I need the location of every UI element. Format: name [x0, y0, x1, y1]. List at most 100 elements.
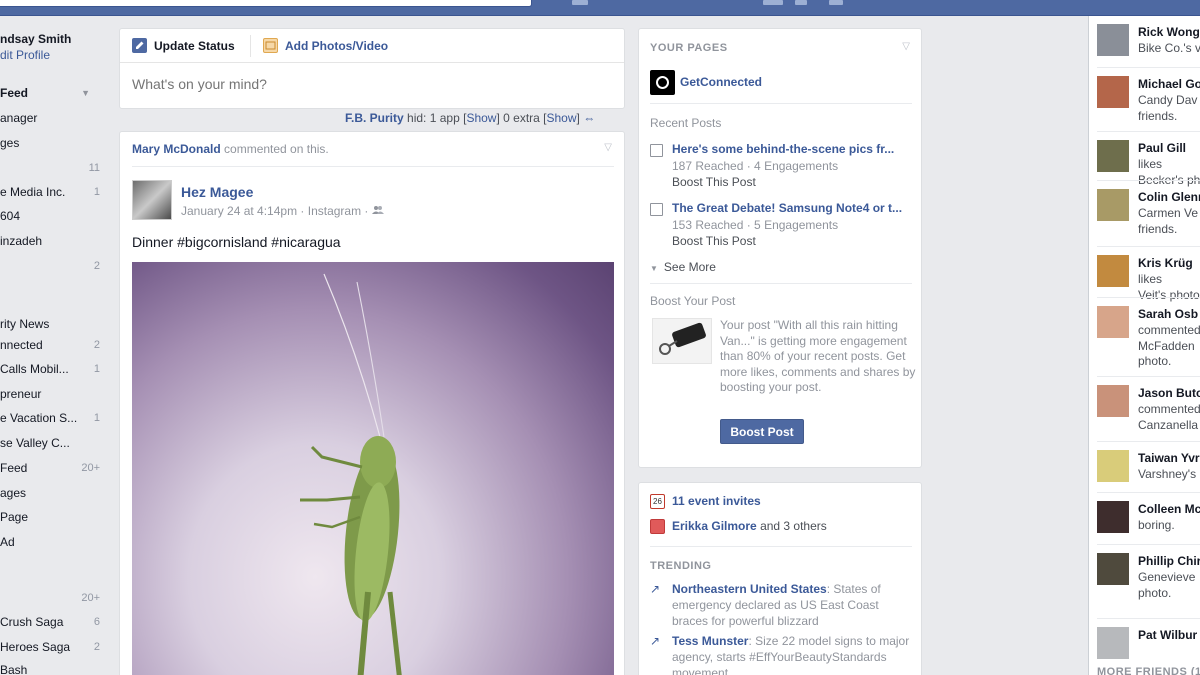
left-nav-item[interactable]: e Vacation S... 1 — [0, 409, 104, 429]
post-text: Dinner #bigcornisland #nicaragua — [132, 234, 341, 250]
left-nav-item[interactable]: ges — [0, 134, 104, 154]
left-nav-item[interactable]: se Valley C... — [0, 434, 104, 454]
left-nav-label: ges — [0, 136, 20, 150]
getconnected-logo[interactable] — [650, 70, 675, 95]
friend-name[interactable]: Pat Wilbur — [1138, 628, 1197, 642]
friend-avatar[interactable] — [1097, 450, 1129, 482]
left-nav-item[interactable]: anager — [0, 109, 104, 129]
chat-friend[interactable]: Michael Go Candy Dav friends. — [1097, 71, 1200, 123]
post-author[interactable]: Hez Magee — [181, 184, 253, 200]
friend-avatar[interactable] — [1097, 76, 1129, 108]
fb-purity-show-extra[interactable]: Show — [547, 111, 577, 125]
privacy-icon[interactable] — [829, 0, 843, 5]
left-nav-item[interactable]: inzadeh — [0, 232, 104, 252]
left-nav-item[interactable]: nnected 2 — [0, 336, 104, 356]
left-nav-item[interactable]: ages — [0, 484, 104, 504]
left-nav-item[interactable]: 11 — [0, 159, 104, 179]
feed-options-chevron-icon[interactable]: ▼ — [81, 84, 90, 102]
post-options-chevron-icon[interactable]: ▽ — [604, 142, 612, 153]
birthday-others[interactable]: and 3 others — [760, 519, 827, 533]
friend-name[interactable]: Rick Wong — [1138, 25, 1200, 39]
friend-name[interactable]: Jason Butc — [1138, 386, 1200, 400]
story-actor[interactable]: Mary McDonald — [132, 142, 221, 156]
trending-topic[interactable]: Northeastern United States — [672, 582, 827, 596]
boost-post-button[interactable]: Boost Post — [720, 419, 804, 444]
trending-topic[interactable]: Tess Munster — [672, 634, 748, 648]
chat-divider — [1097, 131, 1200, 132]
left-nav-item[interactable]: Heroes Saga 2 — [0, 638, 104, 658]
left-nav-item[interactable]: Feed 20+ — [0, 459, 104, 479]
friend-name[interactable]: Michael Go — [1138, 77, 1200, 91]
friend-name[interactable]: Colleen Mc — [1138, 502, 1200, 516]
author-avatar[interactable] — [132, 180, 172, 220]
chat-friend[interactable]: Sarah Osb commented McFadden photo. — [1097, 301, 1200, 368]
friend-name[interactable]: Paul Gill — [1138, 141, 1186, 155]
recent-post-title[interactable]: The Great Debate! Samsung Note4 or t... — [672, 201, 912, 215]
page-name[interactable]: GetConnected — [680, 75, 762, 89]
left-nav-item[interactable]: 2 — [0, 257, 104, 277]
left-nav-item[interactable]: e Media Inc. 1 — [0, 183, 104, 203]
chat-friend[interactable]: Taiwan Yvr Varshney's — [1097, 445, 1200, 497]
birthday-name[interactable]: Erikka Gilmore — [672, 519, 757, 533]
left-nav-item[interactable]: Crush Saga 6 — [0, 613, 104, 633]
chat-divider — [1097, 618, 1200, 619]
friend-name[interactable]: Colin Glenn — [1138, 190, 1200, 204]
chat-divider — [1097, 544, 1200, 545]
boost-this-post-link[interactable]: Boost This Post — [672, 175, 756, 189]
fb-purity-show-apps[interactable]: Show — [466, 111, 496, 125]
post-timestamp[interactable]: January 24 at 4:14pm · Instagram · — [181, 204, 368, 218]
edit-profile-link[interactable]: dit Profile — [0, 48, 50, 62]
audience-friends-icon[interactable] — [371, 204, 384, 218]
friend-avatar[interactable] — [1097, 385, 1129, 417]
friend-activity: Varshney's — [1138, 467, 1197, 481]
profile-name[interactable]: ndsay Smith — [0, 32, 71, 46]
friend-name[interactable]: Phillip Chir — [1138, 554, 1200, 568]
left-nav-item[interactable]: rity News — [0, 315, 104, 335]
friend-avatar[interactable] — [1097, 189, 1129, 221]
chat-friend[interactable]: Rick Wong Bike Co.'s v — [1097, 19, 1200, 71]
friend-name[interactable]: Kris Krüg — [1138, 256, 1193, 270]
left-nav-item[interactable]: 604 — [0, 207, 104, 227]
chat-friend[interactable]: Colin Glenn Carmen Ve friends. — [1097, 184, 1200, 236]
fb-purity-hid: hid: — [407, 111, 427, 125]
event-invites-link[interactable]: 11 event invites — [672, 494, 761, 508]
boost-this-post-link[interactable]: Boost This Post — [672, 234, 756, 248]
left-nav-item[interactable]: Bash — [0, 661, 104, 675]
friend-avatar[interactable] — [1097, 627, 1129, 659]
left-nav-item[interactable]: Calls Mobil... 1 — [0, 360, 104, 380]
friend-avatar[interactable] — [1097, 553, 1129, 585]
friend-avatar[interactable] — [1097, 24, 1129, 56]
left-nav-item[interactable]: Page — [0, 508, 104, 528]
messages-icon[interactable] — [763, 0, 783, 5]
left-nav-item[interactable]: Feed ▼ — [0, 84, 104, 104]
friend-activity: commented McFadden photo. — [1138, 323, 1200, 368]
chat-friend[interactable]: Jason Butc commented Canzanella — [1097, 380, 1200, 432]
left-nav-item[interactable]: 20+ — [0, 589, 104, 609]
recent-post-title[interactable]: Here's some behind-the-scene pics fr... — [672, 142, 912, 156]
composer-tabs: Update Status Add Photos/Video — [120, 29, 624, 63]
left-nav-item[interactable]: preneur — [0, 385, 104, 405]
search-input[interactable] — [0, 0, 532, 7]
post-edit-icon — [650, 144, 663, 157]
your-pages-heading: YOUR PAGES — [650, 42, 728, 54]
see-more-link[interactable]: ▼ See More — [650, 260, 716, 274]
pages-options-chevron-icon[interactable]: ▽ — [902, 41, 910, 52]
chat-friend[interactable]: Colleen Mc boring. — [1097, 496, 1200, 548]
friend-requests-icon[interactable] — [572, 0, 588, 5]
boost-your-post-heading: Boost Your Post — [650, 294, 736, 308]
chat-friend[interactable]: Kris Krüg likes Veit's photo — [1097, 250, 1200, 302]
friend-name[interactable]: Taiwan Yvr — [1138, 451, 1200, 465]
expand-arrows-icon[interactable]: ⇔ — [583, 111, 595, 125]
friend-name[interactable]: Sarah Osb — [1138, 307, 1198, 321]
whats-on-your-mind-input[interactable] — [132, 76, 612, 92]
boost-post-thumbnail[interactable] — [652, 318, 712, 364]
post-photo-cricket[interactable] — [132, 262, 614, 675]
left-nav-item[interactable]: Ad — [0, 533, 104, 553]
notifications-icon[interactable] — [795, 0, 807, 5]
story-action: commented on this. — [224, 142, 329, 156]
chat-friend[interactable]: Phillip Chir Genevieve photo. — [1097, 548, 1200, 600]
friend-avatar[interactable] — [1097, 255, 1129, 287]
friend-avatar[interactable] — [1097, 501, 1129, 533]
friend-avatar[interactable] — [1097, 140, 1129, 172]
friend-avatar[interactable] — [1097, 306, 1129, 338]
